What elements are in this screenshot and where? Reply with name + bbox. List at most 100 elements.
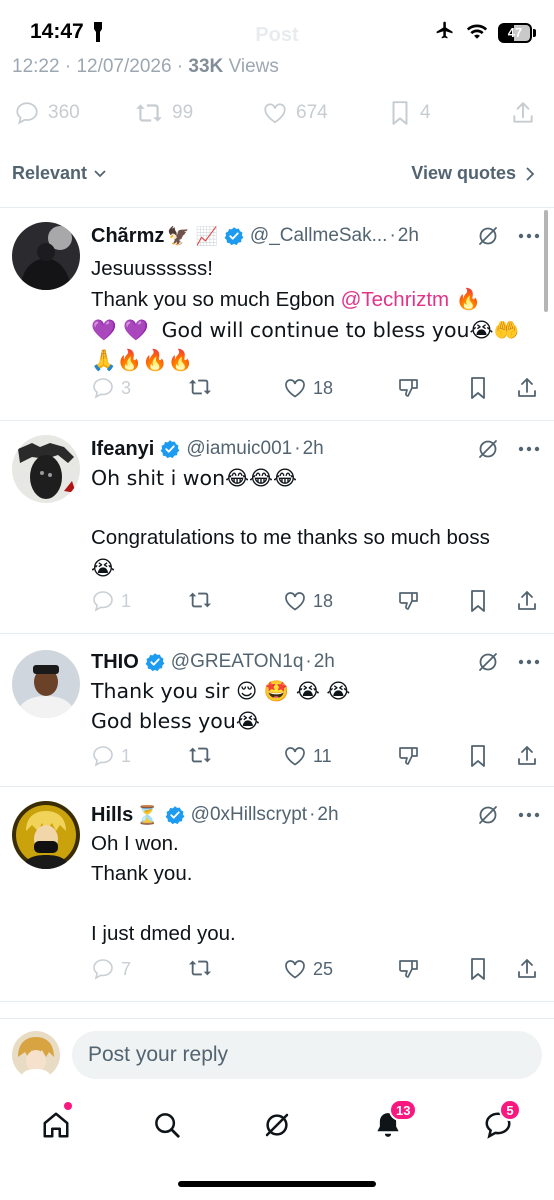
like-button[interactable]: 18 xyxy=(283,376,333,400)
heart-icon xyxy=(285,379,305,398)
repost-button[interactable] xyxy=(187,957,213,979)
repost-icon xyxy=(189,960,211,976)
heart-icon xyxy=(285,747,305,766)
reply-action-bar: 1 18 xyxy=(91,589,542,617)
more-options-icon[interactable] xyxy=(518,812,540,818)
chevron-down-icon xyxy=(94,169,106,177)
reply-text: Thank you sir 😌 🤩 😭 😭 God bless you😭 xyxy=(91,679,351,733)
display-name[interactable]: THIO xyxy=(91,651,139,674)
share-button[interactable] xyxy=(515,957,539,981)
post-like-button[interactable]: 674 xyxy=(262,100,328,126)
reply-button[interactable]: 1 xyxy=(91,589,131,613)
share-icon xyxy=(513,102,533,123)
bookmark-button[interactable] xyxy=(467,589,489,613)
reply-action-bar: 3 18 xyxy=(91,376,542,404)
like-button[interactable]: 25 xyxy=(283,957,333,981)
reply-header: THIO @GREATON1q · 2h xyxy=(91,648,540,676)
handle[interactable]: @_CallmeSak... xyxy=(250,225,388,247)
home-icon xyxy=(43,1112,69,1138)
avatar[interactable] xyxy=(12,435,80,503)
avatar[interactable] xyxy=(12,222,80,290)
reply-item[interactable]: THIO @GREATON1q · 2h Thank you sir 😌 🤩 😭… xyxy=(0,634,554,786)
repost-icon xyxy=(189,592,211,608)
post-reply-button[interactable]: 360 xyxy=(14,100,80,126)
like-button[interactable]: 11 xyxy=(283,744,332,768)
reply-icon xyxy=(93,378,113,399)
battery-level: 47 xyxy=(507,25,523,40)
view-quotes-link[interactable]: View quotes xyxy=(411,163,536,184)
tab-home[interactable] xyxy=(31,1100,81,1150)
reply-button[interactable]: 7 xyxy=(91,957,131,981)
thumbs-down-icon xyxy=(399,379,418,397)
reply-item[interactable]: Hills ⏳ @0xHillscrypt · 2h Oh I won. Tha… xyxy=(0,787,554,1001)
thumbs-down-icon xyxy=(399,747,418,765)
status-bar: 14:47 Post 47 xyxy=(0,0,554,62)
reply-header: Chãrmz 🦅 📈 @_CallmeSak... · 2h xyxy=(91,222,540,250)
share-icon xyxy=(518,378,536,397)
avatar[interactable] xyxy=(12,650,80,718)
tab-notifications[interactable]: 13 xyxy=(363,1099,418,1150)
post-share-button[interactable] xyxy=(510,100,536,126)
post-bookmark-button[interactable]: 4 xyxy=(388,100,431,126)
reply-icon xyxy=(93,746,113,767)
airplane-mode-icon xyxy=(434,20,456,45)
mention-link[interactable]: @Techriztm xyxy=(341,288,450,311)
like-button[interactable]: 18 xyxy=(283,589,333,613)
reply-text: Oh I won. Thank you. I just dmed you. xyxy=(91,832,236,945)
post-repost-button[interactable]: 99 xyxy=(134,100,193,126)
repost-icon xyxy=(189,747,211,763)
bookmark-button[interactable] xyxy=(467,957,489,981)
handle[interactable]: @iamuic001 xyxy=(186,438,292,460)
more-options-icon[interactable] xyxy=(518,659,540,665)
share-icon xyxy=(518,746,536,765)
bookmark-button[interactable] xyxy=(467,744,489,768)
notifications-badge: 13 xyxy=(389,1099,418,1121)
dislike-button[interactable] xyxy=(397,376,421,400)
name-emoji: 🦅 📈 xyxy=(167,225,218,247)
reply-time: 2h xyxy=(313,651,335,672)
reply-button[interactable]: 3 xyxy=(91,376,131,400)
display-name[interactable]: Chãrmz xyxy=(91,225,164,248)
display-name[interactable]: Hills xyxy=(91,804,133,827)
bookmark-icon xyxy=(471,377,485,399)
tab-grok[interactable] xyxy=(252,1100,302,1150)
dislike-button[interactable] xyxy=(397,957,421,981)
divider xyxy=(0,1001,554,1002)
share-button[interactable] xyxy=(515,744,539,768)
more-options-icon[interactable] xyxy=(518,446,540,452)
grok-icon[interactable] xyxy=(476,437,500,461)
repost-button[interactable] xyxy=(187,376,213,398)
grok-icon[interactable] xyxy=(476,224,500,248)
sort-dropdown[interactable]: Relevant xyxy=(12,163,107,184)
dislike-button[interactable] xyxy=(397,744,421,768)
verified-badge-icon xyxy=(224,226,244,246)
repost-button[interactable] xyxy=(187,589,213,611)
more-options-icon[interactable] xyxy=(518,233,540,239)
bookmark-icon xyxy=(471,745,485,767)
avatar[interactable] xyxy=(12,801,80,869)
tab-messages[interactable]: 5 xyxy=(473,1099,523,1150)
handle[interactable]: @GREATON1q xyxy=(171,651,304,673)
handle[interactable]: @0xHillscrypt xyxy=(191,804,307,826)
reply-action-bar: 7 25 xyxy=(91,957,542,985)
reply-item[interactable]: Ifeanyi @iamuic001 · 2h Oh shit i won😂😂😂… xyxy=(0,421,554,633)
post-date: 12/07/2026 xyxy=(76,56,172,77)
reply-item[interactable]: Chãrmz 🦅 📈 @_CallmeSak... · 2h Jesuussss… xyxy=(0,208,554,420)
reply-composer: Post your reply xyxy=(0,1018,554,1090)
my-avatar[interactable] xyxy=(12,1031,60,1079)
dislike-button[interactable] xyxy=(397,589,421,613)
display-name[interactable]: Ifeanyi xyxy=(91,438,154,461)
reply-header: Hills ⏳ @0xHillscrypt · 2h xyxy=(91,801,540,829)
reply-action-bar: 1 11 xyxy=(91,744,542,772)
post-action-bar: 360 99 674 4 xyxy=(0,100,554,134)
bookmark-button[interactable] xyxy=(467,376,489,400)
share-button[interactable] xyxy=(515,589,539,613)
repost-button[interactable] xyxy=(187,744,213,766)
name-emoji: ⏳ xyxy=(136,804,159,826)
tab-search[interactable] xyxy=(142,1100,192,1150)
grok-icon[interactable] xyxy=(476,650,500,674)
reply-input[interactable]: Post your reply xyxy=(72,1031,542,1079)
grok-icon[interactable] xyxy=(476,803,500,827)
reply-button[interactable]: 1 xyxy=(91,744,131,768)
share-button[interactable] xyxy=(515,376,539,400)
